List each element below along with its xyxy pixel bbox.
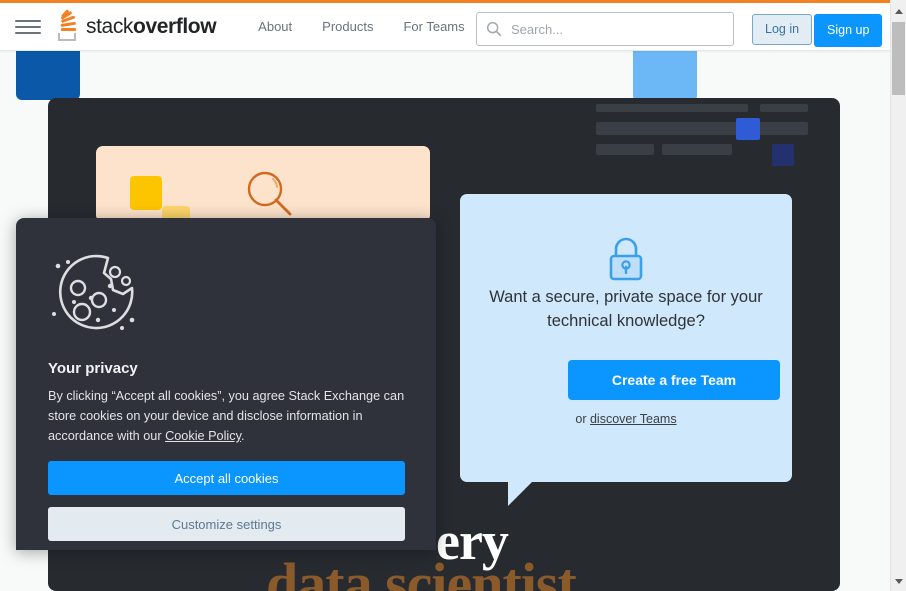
- decor-square-blue-dark: [16, 50, 80, 100]
- cookie-dialog-body: By clicking “Accept all cookies”, you ag…: [48, 386, 406, 446]
- nav-item-products[interactable]: Products: [322, 19, 373, 34]
- peach-illustration-card: [96, 146, 430, 222]
- cookie-body-text-after: .: [241, 429, 245, 444]
- nav-item-about[interactable]: About: [258, 19, 292, 34]
- nav-item-for-teams[interactable]: For Teams: [403, 19, 464, 34]
- customize-settings-button[interactable]: Customize settings: [48, 507, 405, 541]
- hero-word-bottom: data scientist: [266, 551, 577, 591]
- brand-top-rule: [0, 0, 890, 3]
- search-input[interactable]: [509, 20, 713, 38]
- cookie-icon: [52, 254, 135, 330]
- stack-overflow-logo-icon: [56, 9, 80, 41]
- logo-text-bold: overflow: [133, 14, 217, 38]
- cookie-policy-link[interactable]: Cookie Policy: [165, 429, 241, 443]
- decor-square-blue-bright: [736, 118, 760, 140]
- sign-up-button[interactable]: Sign up: [814, 14, 883, 48]
- search-icon: [486, 21, 502, 37]
- teams-promo-card: Want a secure, private space for your te…: [460, 194, 792, 506]
- placeholder-bar: [760, 104, 808, 112]
- log-in-button[interactable]: Log in: [752, 14, 813, 46]
- decor-square-blue-navy: [772, 144, 794, 166]
- scroll-down-arrow-icon[interactable]: [891, 573, 906, 590]
- browser-page: Want a secure, private space for your te…: [0, 0, 890, 591]
- decor-square-blue-light: [633, 50, 697, 100]
- search-box[interactable]: [476, 12, 734, 46]
- teams-card-heading: Want a secure, private space for your te…: [489, 288, 763, 330]
- cookie-dialog-title: Your privacy: [48, 360, 138, 377]
- hamburger-menu-icon[interactable]: [12, 14, 44, 40]
- placeholder-bar: [596, 104, 748, 112]
- scrollbar-thumb[interactable]: [892, 22, 905, 95]
- placeholder-bar: [662, 144, 732, 155]
- teams-card-subline: or discover Teams: [484, 412, 768, 426]
- cookie-consent-dialog: Your privacy By clicking “Accept all coo…: [16, 218, 436, 550]
- logo-wordmark: stackoverflow: [86, 14, 217, 39]
- speech-bubble-tail: [508, 480, 534, 506]
- vertical-scrollbar[interactable]: [890, 0, 906, 591]
- logo-text-light: stack: [86, 14, 134, 38]
- magnifier-icon: [247, 171, 292, 216]
- accept-all-cookies-button[interactable]: Accept all cookies: [48, 461, 405, 495]
- create-free-team-button[interactable]: Create a free Team: [568, 360, 780, 400]
- discover-teams-link[interactable]: discover Teams: [590, 412, 677, 426]
- placeholder-bar: [596, 144, 654, 155]
- placeholder-bar: [596, 122, 808, 135]
- lock-icon: [609, 237, 643, 281]
- stack-overflow-logo[interactable]: stackoverflow: [56, 9, 217, 41]
- teams-subline-prefix: or: [575, 412, 590, 426]
- decor-square-yellow: [130, 176, 162, 210]
- scroll-up-arrow-icon[interactable]: [891, 3, 906, 20]
- site-header: stackoverflow About Products For Teams L…: [0, 3, 890, 51]
